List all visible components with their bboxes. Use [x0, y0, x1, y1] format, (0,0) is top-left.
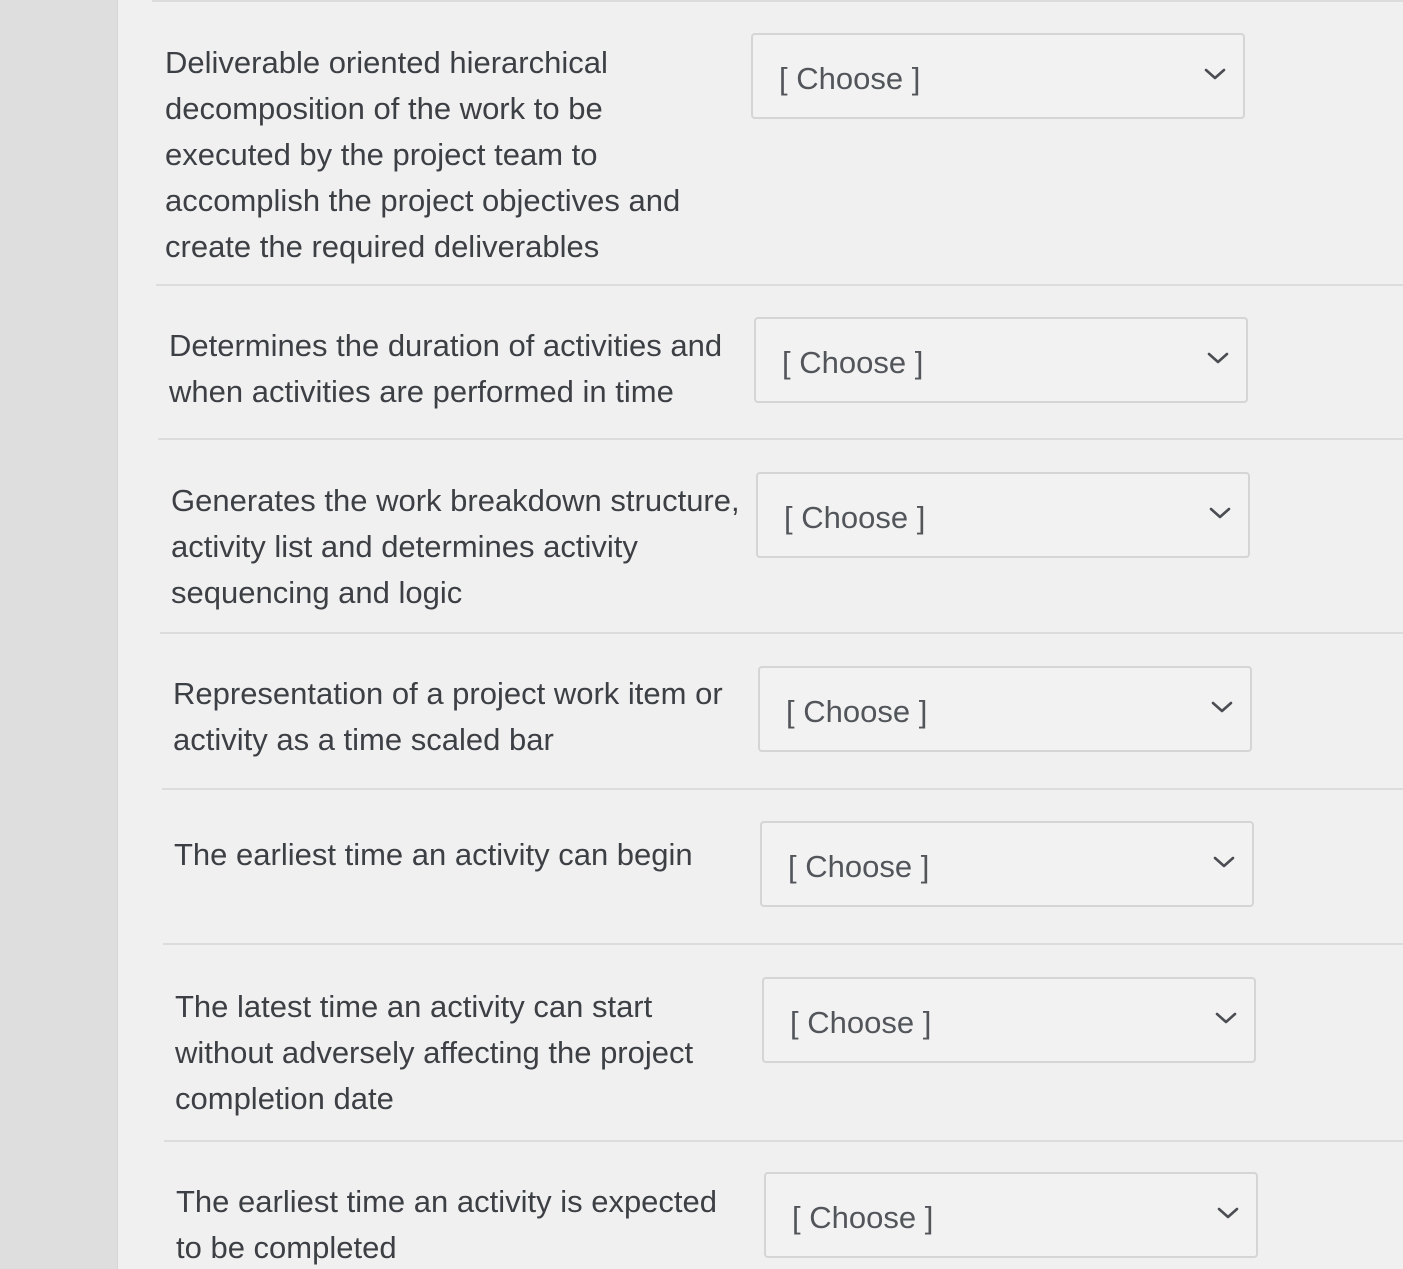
- row-divider: [163, 943, 1403, 945]
- answer-dropdown[interactable]: [ Choose ]: [751, 33, 1245, 119]
- chevron-down-icon: [1207, 352, 1229, 364]
- row-divider: [162, 788, 1403, 790]
- row-divider: [164, 1140, 1403, 1142]
- quiz-page: Deliverable oriented hierarchical decomp…: [0, 0, 1403, 1269]
- answer-dropdown[interactable]: [ Choose ]: [760, 821, 1254, 907]
- dropdown-selected-value: [ Choose ]: [792, 1200, 934, 1235]
- answer-dropdown[interactable]: [ Choose ]: [756, 472, 1250, 558]
- question-prompt: Generates the work breakdown structure, …: [171, 483, 740, 610]
- row-divider: [160, 632, 1403, 634]
- dropdown-selected-value: [ Choose ]: [786, 694, 928, 729]
- question-prompt: The earliest time an activity is expecte…: [176, 1184, 718, 1265]
- chevron-down-icon: [1209, 507, 1231, 519]
- left-gutter: [0, 0, 118, 1269]
- dropdown-selected-value: [ Choose ]: [779, 61, 921, 96]
- question-prompt: Representation of a project work item or…: [173, 676, 723, 757]
- row-divider: [158, 438, 1403, 440]
- chevron-down-icon: [1211, 701, 1233, 713]
- chevron-down-icon: [1213, 856, 1235, 868]
- dropdown-selected-value: [ Choose ]: [788, 849, 930, 884]
- dropdown-selected-value: [ Choose ]: [782, 345, 924, 380]
- top-divider: [152, 0, 1403, 2]
- dropdown-selected-value: [ Choose ]: [784, 500, 926, 535]
- answer-dropdown[interactable]: [ Choose ]: [758, 666, 1252, 752]
- question-prompt: Deliverable oriented hierarchical decomp…: [165, 45, 681, 264]
- row-divider: [156, 284, 1403, 286]
- answer-dropdown[interactable]: [ Choose ]: [762, 977, 1256, 1063]
- chevron-down-icon: [1204, 68, 1226, 80]
- answer-dropdown[interactable]: [ Choose ]: [754, 317, 1248, 403]
- question-prompt: The latest time an activity can start wi…: [175, 989, 694, 1116]
- dropdown-selected-value: [ Choose ]: [790, 1005, 932, 1040]
- question-prompt: The earliest time an activity can begin: [174, 837, 693, 872]
- chevron-down-icon: [1215, 1012, 1237, 1024]
- chevron-down-icon: [1217, 1207, 1239, 1219]
- question-prompt: Determines the duration of activities an…: [169, 328, 723, 409]
- answer-dropdown[interactable]: [ Choose ]: [764, 1172, 1258, 1258]
